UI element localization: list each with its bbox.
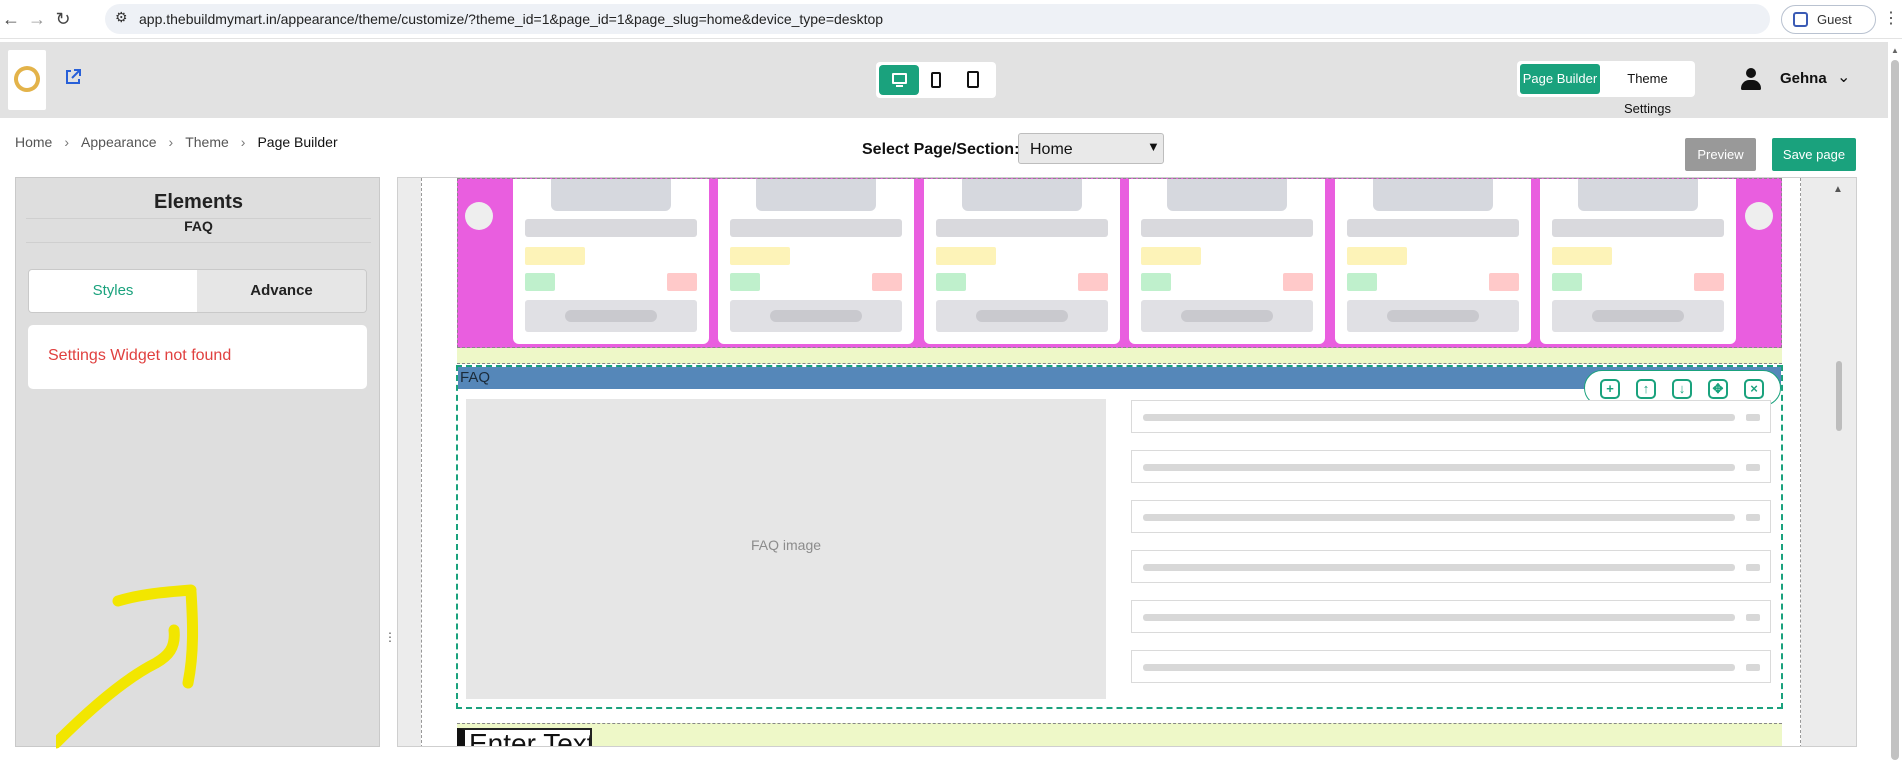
text-widget[interactable]: Enter Text [457, 728, 592, 746]
move-down-icon[interactable]: ↓ [1672, 379, 1692, 399]
annotation-arrow-icon [56, 584, 199, 749]
faq-item[interactable] [1131, 550, 1771, 583]
forward-icon[interactable]: → [26, 8, 48, 30]
browser-toolbar: ← → ↻ ⚙ app.thebuildmymart.in/appearance… [0, 0, 1902, 39]
back-icon[interactable]: ← [0, 8, 22, 30]
more-menu-icon[interactable]: ⋮ [1883, 8, 1899, 28]
faq-item[interactable] [1131, 400, 1771, 433]
faq-item[interactable] [1131, 600, 1771, 633]
product-card[interactable] [718, 179, 914, 344]
chevron-right-icon: › [64, 134, 70, 150]
window-scrollbar[interactable]: ▲ [1888, 42, 1902, 760]
scroll-thumb[interactable] [1891, 60, 1899, 760]
mode-switcher: Page Builder Theme Settings [1517, 61, 1695, 116]
page-select-value: Home [1030, 141, 1073, 158]
reload-icon[interactable]: ↻ [52, 8, 74, 30]
desktop-icon [892, 73, 907, 84]
device-switcher [876, 62, 996, 98]
save-page-button[interactable]: Save page [1772, 138, 1856, 171]
profile-icon [1793, 12, 1808, 27]
faq-item[interactable] [1131, 500, 1771, 533]
faq-image-placeholder: FAQ image [466, 399, 1106, 699]
tablet-icon [967, 71, 979, 88]
app-header: Page Builder Theme Settings Gehna ⌄ [0, 42, 1888, 118]
tablet-view-button[interactable] [953, 65, 993, 95]
mobile-icon [931, 72, 941, 88]
breadcrumb: Home › Appearance › Theme › Page Builder [15, 134, 338, 150]
canvas-scrollbar[interactable]: ▲ [1828, 178, 1848, 746]
breadcrumb-appearance[interactable]: Appearance [81, 134, 157, 150]
error-message-text: Settings Widget not found [48, 347, 232, 364]
chevron-right-icon: › [168, 134, 174, 150]
site-info-icon[interactable]: ⚙ [115, 9, 128, 26]
faq-image-label: FAQ image [750, 537, 822, 553]
resize-handle-icon[interactable]: ⋮ [384, 630, 396, 644]
page-builder-tab[interactable]: Page Builder [1520, 64, 1600, 94]
dropdown-caret-icon: ▼ [1147, 139, 1160, 154]
profile-button[interactable]: Guest [1781, 5, 1876, 34]
duplicate-icon[interactable]: + [1600, 379, 1620, 399]
sidebar-tabs: Styles Advance [28, 269, 367, 313]
close-icon[interactable]: × [1744, 379, 1764, 399]
user-avatar-icon[interactable] [1739, 67, 1763, 91]
scroll-up-icon[interactable]: ▲ [1833, 184, 1843, 195]
elements-sidebar: Elements FAQ Styles Advance Settings Wid… [15, 177, 380, 749]
brand-logo[interactable] [8, 50, 46, 110]
slider-next-dot[interactable] [1745, 202, 1773, 230]
external-link-icon[interactable] [64, 68, 82, 86]
product-card[interactable] [1335, 179, 1531, 344]
faq-section-label: FAQ [460, 369, 491, 386]
chevron-right-icon: › [240, 134, 246, 150]
tab-styles[interactable]: Styles [29, 270, 197, 312]
profile-label: Guest [1817, 12, 1852, 27]
faq-item[interactable] [1131, 650, 1771, 683]
page-select-dropdown[interactable]: Home ▼ [1018, 133, 1164, 164]
tab-advance[interactable]: Advance [197, 270, 366, 312]
chevron-down-icon[interactable]: ⌄ [1837, 67, 1850, 87]
scroll-up-icon[interactable]: ▲ [1891, 46, 1899, 55]
slider-prev-dot[interactable] [465, 202, 493, 230]
address-bar[interactable]: ⚙ app.thebuildmymart.in/appearance/theme… [105, 4, 1770, 34]
breadcrumb-page-builder: Page Builder [257, 134, 338, 150]
url-text: app.thebuildmymart.in/appearance/theme/c… [139, 11, 884, 27]
product-slider-section[interactable] [457, 178, 1782, 348]
mobile-view-button[interactable] [916, 65, 956, 95]
move-up-icon[interactable]: ↑ [1636, 379, 1656, 399]
sidebar-title: Elements [154, 191, 243, 213]
page-select-label: Select Page/Section: [862, 141, 1020, 158]
divider [26, 242, 371, 243]
ring-logo-icon [9, 61, 45, 97]
preview-button[interactable]: Preview [1685, 138, 1756, 171]
user-name[interactable]: Gehna [1780, 70, 1827, 87]
breadcrumb-home[interactable]: Home [15, 134, 52, 150]
drag-move-icon[interactable]: ✥ [1708, 379, 1728, 399]
product-card[interactable] [924, 179, 1120, 344]
desktop-view-button[interactable] [879, 65, 919, 95]
settings-widget-message: Settings Widget not found [28, 325, 367, 389]
sidebar-subtitle: FAQ [184, 218, 213, 234]
product-card[interactable] [513, 179, 709, 344]
faq-section[interactable]: FAQ + ↑ ↓ ✥ × FAQ image [456, 365, 1783, 709]
product-card[interactable] [1129, 179, 1325, 344]
faq-section-label-bar: FAQ [458, 367, 1781, 389]
section-spacer [457, 348, 1782, 364]
scroll-thumb[interactable] [1836, 361, 1842, 431]
page-canvas: FAQ + ↑ ↓ ✥ × FAQ image Enter Text ▲ [397, 177, 1857, 747]
product-card[interactable] [1540, 179, 1736, 344]
text-section [457, 723, 1782, 746]
theme-settings-tab[interactable]: Theme Settings [1603, 64, 1692, 116]
breadcrumb-theme[interactable]: Theme [185, 134, 229, 150]
faq-item[interactable] [1131, 450, 1771, 483]
